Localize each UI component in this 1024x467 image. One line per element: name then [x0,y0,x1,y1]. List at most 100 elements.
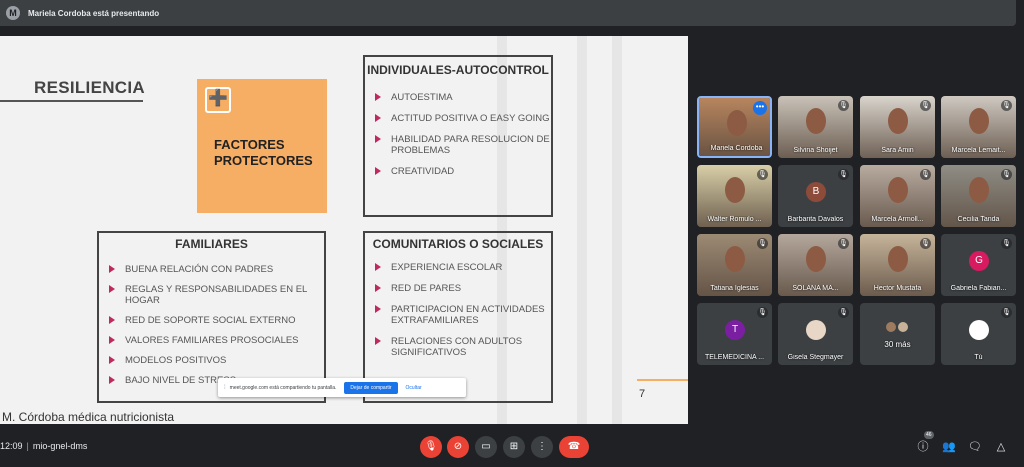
participant-tile[interactable]: 🎙 Tú [941,303,1016,365]
mic-muted-icon: 🎙 [1001,238,1012,249]
mini-avatar [885,321,897,333]
participant-avatar: B [806,182,826,202]
list-item: EXPERIENCIA ESCOLAR [365,262,551,273]
slide-page-number: 7 [639,388,646,400]
individuales-box: INDIVIDUALES-AUTOCONTROL AUTOESTIMA ACTI… [363,55,553,217]
participant-tile[interactable]: 🎙 Sara Amin [860,96,935,158]
participant-face [888,108,908,134]
meet-window: M Mariela Cordoba está presentando RESIL… [0,0,1024,467]
screen-share-banner: ⁞ meet.google.com está compartiendo tu p… [218,378,466,397]
mic-muted-icon: 🎙 [1001,100,1012,111]
list-item: RELACIONES CON ADULTOS SIGNIFICATIVOS [365,336,551,358]
mic-muted-icon: 🎙 [838,169,849,180]
participant-face [806,108,826,134]
list-item: PARTICIPACION EN ACTIVIDADES EXTRAFAMILI… [365,304,551,326]
participant-avatar: G [969,251,989,271]
familiares-title: FAMILIARES [175,237,248,251]
participant-name: Barbarita Davalos [787,216,844,223]
mic-muted-icon: 🎙 [757,238,768,249]
drag-handle-icon[interactable]: ⁞ [224,385,226,391]
participant-tile[interactable]: 🎙 Silvina Shoijet [778,96,853,158]
more-options-icon[interactable]: ••• [753,101,767,115]
participant-face [888,177,908,203]
participant-tile[interactable]: T 🎙 TELEMEDICINA ... [697,303,772,365]
mic-muted-icon: 🎙 [757,307,768,318]
list-item: MODELOS POSITIVOS [99,355,324,366]
participant-name: 30 más [884,340,911,349]
activities-button[interactable]: △ [993,439,1009,455]
comunitarios-title: COMUNITARIOS O SOCIALES [372,237,544,251]
list-item: REGLAS Y RESPONSABILIDADES EN EL HOGAR [99,284,324,306]
presenter-avatar: M [6,6,20,20]
mic-muted-icon: 🎙 [920,238,931,249]
list-item: RED DE SOPORTE SOCIAL EXTERNO [99,315,324,326]
participant-name: Marcela Armoll... [871,216,924,223]
list-item: RED DE PARES [365,283,551,294]
slide-stripe [577,36,587,424]
stop-sharing-button[interactable]: Dejar de compartir [344,381,398,394]
mic-muted-icon: 🎙 [920,100,931,111]
participant-tile[interactable]: 🎙 Hector Mustafa [860,234,935,296]
meeting-details-button[interactable]: ⓘ [915,439,931,455]
participant-tile[interactable]: 🎙 Marcela Armoll... [860,165,935,227]
slide-author: M. Córdoba médica nutricionista [2,410,175,424]
participant-tile[interactable]: 🎙 Gisela Stegmayer [778,303,853,365]
slide-stripe [612,36,622,424]
participant-tile[interactable]: 🎙 SOLANA MA... [778,234,853,296]
participant-tile[interactable]: G 🎙 Gabriela Fabian... [941,234,1016,296]
participant-face [806,246,826,272]
participant-tile[interactable]: 🎙 Cecilia Tanda [941,165,1016,227]
camera-off-button[interactable]: ⊘ [447,436,469,458]
more-options-button[interactable]: ⋮ [531,436,553,458]
meeting-info: 12:09 | mio-gnel-dms [0,441,88,451]
participant-tile[interactable]: 🎙 Walter Romulo ... [697,165,772,227]
participant-face [969,108,989,134]
mini-avatar [897,321,909,333]
leave-call-button[interactable]: ☎ [559,436,589,458]
participant-tile[interactable]: 🎙 Marcela Lemait... [941,96,1016,158]
participant-tile[interactable]: B 🎙 Barbarita Davalos [778,165,853,227]
title-underline [0,100,143,102]
individuales-title: INDIVIDUALES-AUTOCONTROL [367,63,549,77]
hang-up-icon: ☎ [567,441,581,452]
present-button[interactable]: ⊞ [503,436,525,458]
list-item: HABILIDAD PARA RESOLUCION DE PROBLEMAS [365,134,551,156]
people-button[interactable]: 👥 [941,439,957,455]
medical-kit-icon: ➕ [205,87,231,113]
bottom-toolbar: 12:09 | mio-gnel-dms 🎙 ⊘ ▭ ⊞ ⋮ ☎ ⓘ 👥 46 🗨 … [0,426,1024,467]
participant-face [725,246,745,272]
chat-button[interactable]: 🗨 [967,439,983,455]
participant-name: Cecilia Tanda [957,216,1000,223]
participant-name: Tatiana Iglesias [710,285,759,292]
participant-tile[interactable]: 30 más [860,303,935,365]
people-icon: 👥 [942,441,956,453]
meeting-code[interactable]: mio-gnel-dms [33,441,88,451]
list-item: VALORES FAMILIARES PROSOCIALES [99,335,324,346]
shared-screen: RESILIENCIA ➕ FACTORES PROTECTORES INDIV… [0,36,688,424]
camera-off-icon: ⊘ [453,441,463,452]
more-vert-icon: ⋮ [537,441,547,452]
participant-name: Walter Romulo ... [707,216,762,223]
chat-icon: 🗨 [968,441,982,453]
participant-tile[interactable]: 🎙 Tatiana Iglesias [697,234,772,296]
participant-name: Gisela Stegmayer [787,354,844,361]
mic-muted-icon: 🎙 [838,238,849,249]
mic-muted-icon: 🎙 [1001,307,1012,318]
participant-face [969,177,989,203]
participant-face [727,110,747,136]
participant-tile[interactable]: ••• Mariela Cordoba [697,96,772,158]
mic-muted-icon: 🎙 [757,169,768,180]
list-item: ACTITUD POSITIVA O EASY GOING [365,113,551,124]
hide-banner-button[interactable]: Ocultar [406,385,422,391]
mic-muted-icon: 🎙 [920,169,931,180]
presenter-bar: M Mariela Cordoba está presentando [0,0,1016,26]
list-item: CREATIVIDAD [365,166,551,177]
list-item: AUTOESTIMA [365,92,551,103]
factores-label: FACTORES PROTECTORES [214,137,313,168]
mic-off-button[interactable]: 🎙 [420,436,442,458]
captions-button[interactable]: ▭ [475,436,497,458]
mic-muted-icon: 🎙 [838,307,849,318]
share-banner-text: meet.google.com está compartiendo tu pan… [229,384,337,391]
participant-face [725,177,745,203]
participant-name: Tú [974,354,983,361]
